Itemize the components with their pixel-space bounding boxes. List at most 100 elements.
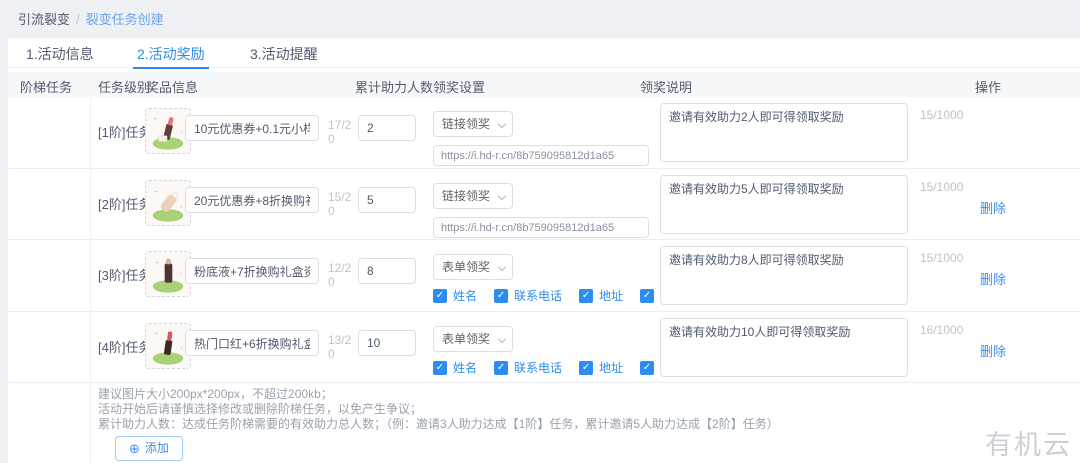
breadcrumb-item-current[interactable]: 裂变任务创建 [86,12,164,27]
checkbox-checked-icon [640,289,654,303]
claim-description-textarea[interactable]: 邀请有效助力8人即可得领取奖励 [660,246,908,305]
tab-activity-reminder[interactable]: 3.活动提醒 [250,44,318,68]
checkbox-checked-icon [579,289,593,303]
svg-text:+: + [156,260,160,266]
hint-modify-warning: 活动开始后请谨慎选择修改或删除阶梯任务，以免产生争议； [98,402,779,417]
checkbox-checked-icon [579,361,593,375]
svg-text:+: + [155,331,159,337]
hint-image-size: 建议图片大小200px*200px，不超过200kb； [98,387,779,402]
description-char-count: 15/1000 [920,251,963,265]
table-row: [4阶]任务 ++ 13/20 表单领奖 姓名 联系电话 地址 备注 邀请有效助… [8,312,1080,383]
add-task-button[interactable]: 添加 [115,436,183,461]
checkbox-checked-icon [433,289,447,303]
claim-description-textarea[interactable]: 邀请有效助力5人即可得领取奖励 [660,175,908,234]
form-field-checkbox-group: 姓名 联系电话 地址 备注 [433,359,684,376]
svg-text:+: + [154,116,158,122]
header-prize-info: 奖品信息 [146,77,198,96]
delete-row-button[interactable]: 删除 [980,341,1006,360]
claim-type-select[interactable]: 表单领奖 [433,254,513,280]
table-row: [1阶]任务 + + 17/20 链接领奖 邀请有效助力2人即可得领取奖励 15/… [8,97,1080,169]
tab-activity-info[interactable]: 1.活动信息 [26,44,94,68]
claim-url-input[interactable] [433,145,649,166]
header-action: 操作 [975,77,1001,96]
prize-name-input[interactable] [185,187,319,213]
delete-row-button[interactable]: 删除 [980,269,1006,288]
claim-description-textarea[interactable]: 邀请有效助力10人即可得领取奖励 [660,318,908,377]
breadcrumb-separator: / [76,12,80,27]
svg-text:+: + [180,206,183,211]
svg-text:+: + [179,272,182,277]
helper-count-input[interactable] [358,330,416,356]
table-header: 阶梯任务 任务级别 奖品信息 累计助力人数 领奖设置 领奖说明 操作 [8,72,1080,97]
checkbox-label: 地址 [599,359,623,376]
prize-name-input[interactable] [185,258,319,284]
checkbox-checked-icon [433,361,447,375]
add-task-label: 添加 [145,437,169,460]
breadcrumb: 引流裂变 / 裂变任务创建 [18,9,164,28]
prize-name-input[interactable] [185,115,319,141]
chevron-down-icon [498,192,506,200]
form-label-step-tasks: 阶梯任务 [20,77,72,96]
form-field-checkbox-group: 姓名 联系电话 地址 备注 [433,287,684,304]
prize-name-char-count: 17/20 [328,118,356,146]
claim-type-value: 表单领奖 [442,260,490,274]
checkbox-address[interactable]: 地址 [579,287,623,304]
checkbox-phone[interactable]: 联系电话 [494,359,562,376]
tab-activity-reward[interactable]: 2.活动奖励 [137,44,205,68]
claim-type-value: 链接领奖 [442,189,490,203]
checkbox-label: 联系电话 [514,287,562,304]
checkbox-phone[interactable]: 联系电话 [494,287,562,304]
checkbox-label: 地址 [599,287,623,304]
delete-row-button[interactable]: 删除 [980,198,1006,217]
checkbox-checked-icon [494,289,508,303]
claim-type-select[interactable]: 链接领奖 [433,111,513,137]
checkbox-label: 姓名 [453,287,477,304]
chevron-down-icon [498,263,506,271]
checkbox-checked-icon [494,361,508,375]
claim-url-input[interactable] [433,217,649,238]
task-level-label: [2阶]任务 [98,194,151,213]
tab-bar: 1.活动信息 2.活动奖励 3.活动提醒 [8,38,1080,68]
description-char-count: 15/1000 [920,180,963,194]
claim-type-value: 表单领奖 [442,332,490,346]
header-task-level: 任务级别 [98,77,150,96]
content-card: 1.活动信息 2.活动奖励 3.活动提醒 阶梯任务 任务级别 奖品信息 累计助力… [8,38,1080,463]
table-row: [3阶]任务 + + 12/20 表单领奖 姓名 联系电话 地址 备注 邀请有效助… [8,240,1080,312]
chevron-down-icon [498,335,506,343]
header-helper-count: 累计助力人数 [355,77,433,96]
header-claim-description: 领奖说明 [640,77,692,96]
claim-type-value: 链接领奖 [442,117,490,131]
helper-count-input[interactable] [358,258,416,284]
chevron-down-icon [498,120,506,128]
description-char-count: 15/1000 [920,108,963,122]
claim-type-select[interactable]: 表单领奖 [433,326,513,352]
hint-helper-count-explain: 累计助力人数：达成任务阶梯需要的有效助力总人数；（例：邀请3人助力达成【1阶】任… [98,417,779,432]
task-level-label: [3阶]任务 [98,265,151,284]
checkbox-address[interactable]: 地址 [579,359,623,376]
description-char-count: 16/1000 [920,323,963,337]
claim-type-select[interactable]: 链接领奖 [433,183,513,209]
helper-count-input[interactable] [358,115,416,141]
checkbox-label: 联系电话 [514,359,562,376]
svg-text:+: + [180,131,183,136]
task-level-label: [4阶]任务 [98,337,151,356]
table-row: [2阶]任务 + + 15/20 链接领奖 邀请有效助力5人即可得领取奖励 15/… [8,169,1080,240]
circle-plus-icon [129,437,140,461]
prize-name-input[interactable] [185,330,319,356]
page: 引流裂变 / 裂变任务创建 1.活动信息 2.活动奖励 3.活动提醒 阶梯任务 任务… [0,0,1080,463]
helper-count-input[interactable] [358,187,416,213]
header-claim-setting: 领奖设置 [433,77,485,96]
prize-name-char-count: 13/20 [328,333,356,361]
checkbox-checked-icon [640,361,654,375]
prize-name-char-count: 15/20 [328,190,356,218]
watermark: 有机云 [985,423,1072,462]
breadcrumb-item-root[interactable]: 引流裂变 [18,12,70,27]
checkbox-label: 姓名 [453,359,477,376]
task-level-label: [1阶]任务 [98,122,151,141]
claim-description-textarea[interactable]: 邀请有效助力2人即可得领取奖励 [660,103,908,162]
checkbox-name[interactable]: 姓名 [433,287,477,304]
form-hints: 建议图片大小200px*200px，不超过200kb； 活动开始后请谨慎选择修改… [98,387,779,432]
svg-text:+: + [155,189,159,195]
checkbox-name[interactable]: 姓名 [433,359,477,376]
prize-name-char-count: 12/20 [328,261,356,289]
